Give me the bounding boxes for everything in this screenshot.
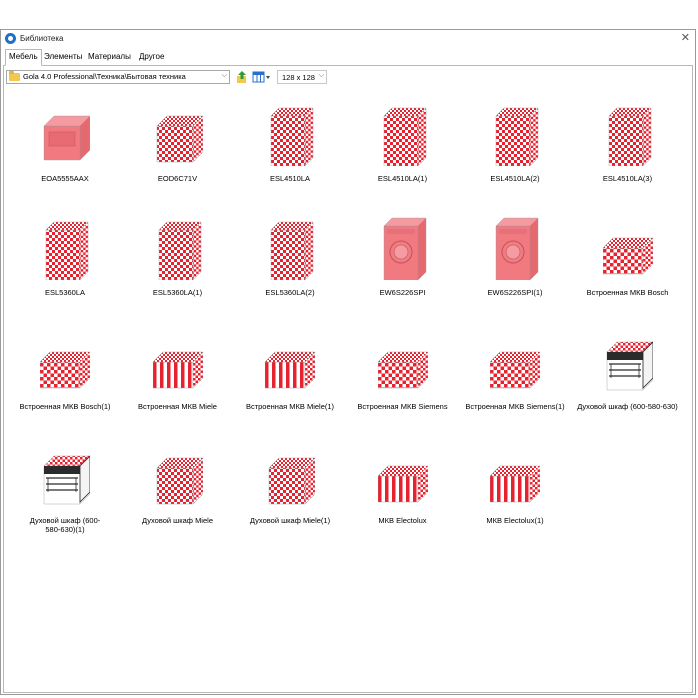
library-item[interactable]: Духовой шкаф (600-580-630) [571,320,685,430]
washer-icon [378,214,428,281]
wide-checker-icon [377,328,428,394]
tall-checker-icon [490,100,540,167]
library-item-label: EW6S226SPI(1) [487,288,543,297]
close-icon[interactable]: ✕ [681,32,690,44]
library-item[interactable]: МКВ Electolux(1) [458,434,572,544]
library-item[interactable]: Встроенная МКВ Siemens [346,320,460,430]
tall-checker-icon [378,100,428,167]
library-window: Библиотека ✕ Мебель Элементы Материалы Д… [0,29,696,695]
library-item-label: Встроенная МКВ Miele(1) [245,402,335,411]
library-item[interactable]: Встроенная МКВ Bosch [571,206,685,316]
tab-elements[interactable]: Элементы [41,50,85,64]
path-value: Gola 4.0 Professional\Техника\Бытовая те… [23,72,186,81]
wide-stripe-icon [489,442,541,508]
library-item-label: Встроенная МКВ Bosch [586,288,669,297]
library-item[interactable]: ESL5360LA(1) [121,206,235,316]
wide-stripe-icon [264,328,316,394]
library-item[interactable]: EW6S226SPI [346,206,460,316]
wide-checker-icon [602,214,653,280]
library-item[interactable]: ESL4510LA(3) [571,92,685,202]
library-item-label: МКВ Electolux [378,516,427,525]
library-item[interactable]: ESL5360LA(2) [233,206,347,316]
thumbnail-size-value: 128 x 128 [282,73,315,82]
library-item-label: ESL5360LA [44,288,86,297]
library-item-label: ESL5360LA(2) [265,288,315,297]
library-item[interactable]: ESL4510LA [233,92,347,202]
library-item[interactable]: EOD6C71V [121,92,235,202]
library-item[interactable]: Духовой шкаф Miele [121,434,235,544]
library-item-label: Духовой шкаф (600-580-630)(1) [29,516,101,534]
view-mode-button[interactable] [252,70,272,84]
grid-view-icon [252,71,270,83]
library-item-label: ESL4510LA(1) [377,174,428,183]
library-item[interactable]: ESL5360LA [8,206,122,316]
title-bar: Библиотека ✕ [1,30,695,48]
library-item-label: EOA5555AAX [41,174,89,183]
library-item-label: Встроенная МКВ Miele [138,402,217,411]
tall-checker-icon [603,100,653,167]
washer-icon [490,214,540,281]
thumbnail-size-select[interactable]: 128 x 128 ⌵ [277,70,327,84]
library-item-label: ESL5360LA(1) [152,288,203,297]
library-item-label: EW6S226SPI [379,288,426,297]
box-checker-icon [153,442,203,508]
library-item[interactable]: МКВ Electolux [346,434,460,544]
library-item-label: Встроенная МКВ Bosch(1) [19,402,111,411]
library-item[interactable]: Встроенная МКВ Bosch(1) [8,320,122,430]
library-item[interactable]: Встроенная МКВ Miele(1) [233,320,347,430]
folder-up-button[interactable] [236,70,248,84]
library-item[interactable]: EW6S226SPI(1) [458,206,572,316]
library-item[interactable]: ESL4510LA(1) [346,92,460,202]
library-item-label: МКВ Electolux(1) [486,516,544,525]
box-solid-icon [40,100,91,166]
wide-stripe-icon [377,442,428,508]
wide-checker-icon [489,328,541,394]
box-checker-icon [265,442,316,508]
tall-checker-icon [40,214,90,281]
wide-checker-icon [39,328,91,394]
oven-icon [40,442,91,508]
path-select[interactable]: Gola 4.0 Professional\Техника\Бытовая те… [6,70,230,84]
tall-checker-icon [265,214,315,281]
library-item[interactable]: Встроенная МКВ Siemens(1) [458,320,572,430]
library-item-label: Встроенная МКВ Siemens [357,402,448,411]
tab-materials[interactable]: Материалы [85,50,134,64]
folder-up-icon [237,71,246,83]
tall-checker-icon [265,100,315,167]
oven-icon [603,328,653,394]
library-item[interactable]: Духовой шкаф (600-580-630)(1) [8,434,122,544]
library-item-label: ESL4510LA [269,174,311,183]
app-logo-icon [5,33,16,44]
tab-strip: Мебель Элементы Материалы Другое [1,49,695,66]
library-item-label: Встроенная МКВ Siemens(1) [465,402,565,411]
toolbar: Gola 4.0 Professional\Техника\Бытовая те… [6,70,686,84]
chevron-down-icon: ⌵ [318,72,324,79]
wide-stripe-icon [152,328,203,394]
library-item-label: Духовой шкаф (600-580-630) [577,402,678,411]
chevron-down-icon: ⌵ [221,72,227,79]
tall-checker-icon [153,214,203,281]
library-item-label: ESL4510LA(2) [490,174,540,183]
tab-furniture[interactable]: Мебель [5,49,42,66]
library-panel: Gola 4.0 Professional\Техника\Бытовая те… [3,65,693,693]
library-item[interactable]: EOA5555AAX [8,92,122,202]
library-item-label: Духовой шкаф Miele [142,516,213,525]
library-item-label: Духовой шкаф Miele(1) [249,516,331,525]
library-item[interactable]: Встроенная МКВ Miele [121,320,235,430]
library-item[interactable]: Духовой шкаф Miele(1) [233,434,347,544]
tab-other[interactable]: Другое [136,50,167,64]
library-item[interactable]: ESL4510LA(2) [458,92,572,202]
window-title: Библиотека [20,34,64,43]
library-item-label: EOD6C71V [157,174,198,183]
box-checker-icon [153,100,203,166]
folder-icon [9,71,20,81]
library-item-label: ESL4510LA(3) [602,174,653,183]
